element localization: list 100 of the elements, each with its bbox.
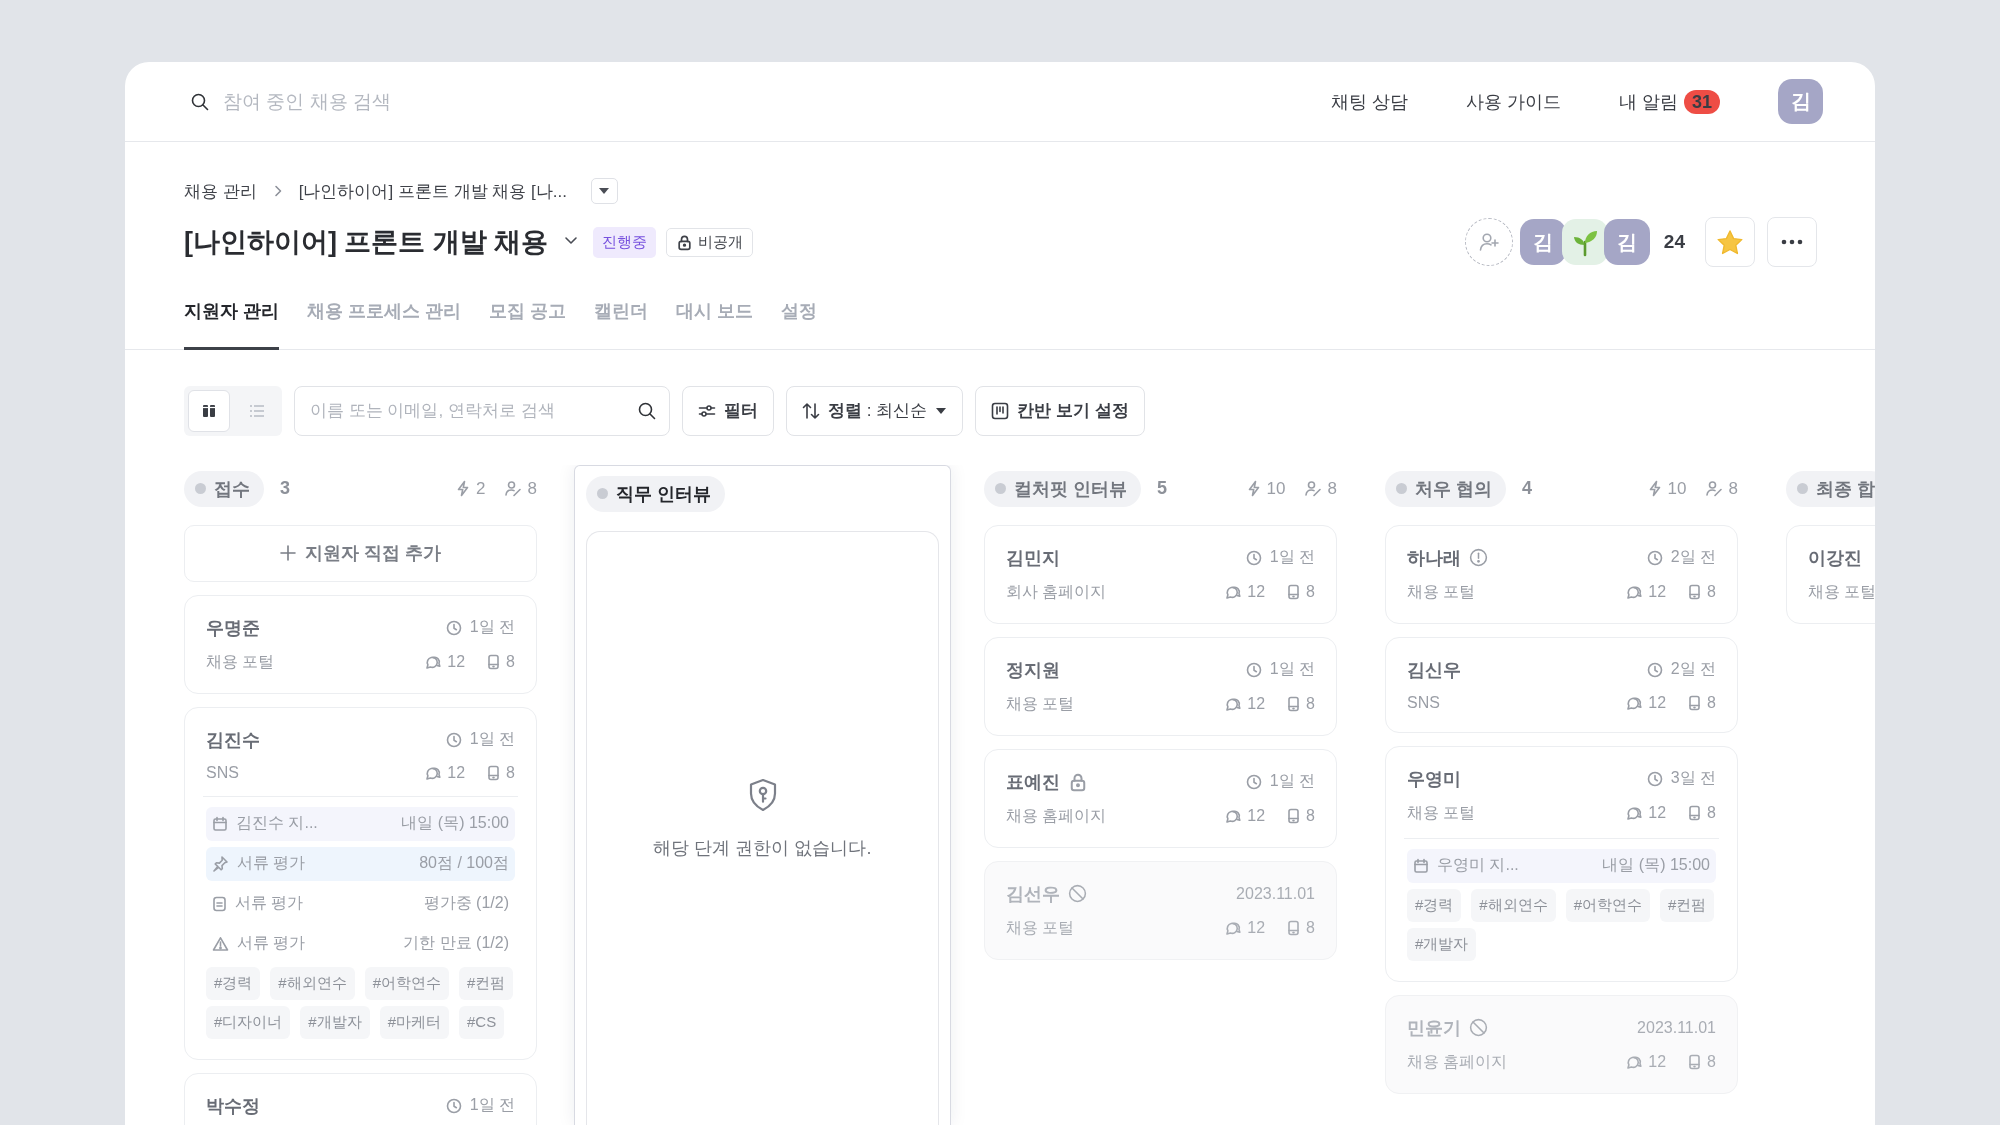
contact-count: 8	[1707, 693, 1716, 712]
phone-icon	[1688, 805, 1702, 821]
source-label: 회사 홈페이지	[1006, 581, 1107, 602]
list-view-icon	[249, 403, 265, 418]
tag-chip: #컨펌	[459, 966, 514, 1000]
comment-icon	[1625, 1054, 1643, 1070]
nav-link[interactable]: 사용 가이드	[1465, 89, 1561, 114]
view-button[interactable]	[188, 389, 230, 432]
applicant-name: 정지원	[1006, 658, 1060, 682]
source-label: 채용 포털	[206, 651, 275, 672]
clock-icon	[1245, 549, 1262, 566]
add-applicant-button[interactable]: 지원자 직접 추가	[184, 524, 537, 582]
sort-button[interactable]: 정렬 : 최신순	[786, 385, 964, 436]
evaluator-count: 8	[527, 478, 537, 499]
source-label: 채용 포털	[1407, 802, 1476, 823]
comment-count: 12	[1648, 583, 1667, 601]
caret-down-icon	[935, 406, 948, 415]
stage-dot	[597, 488, 608, 499]
search-icon	[637, 400, 657, 421]
stage-chip[interactable]: 처우 협의	[1385, 470, 1506, 507]
comment-count: 12	[1247, 695, 1266, 713]
clock-icon	[445, 619, 462, 636]
time-label: 2일 전	[1670, 547, 1716, 567]
stage-dot	[995, 483, 1006, 494]
time-label: 1일 전	[469, 729, 515, 749]
applicant-name: 김진수	[206, 728, 260, 752]
applicant-card[interactable]: 박수정 1일 전	[184, 1072, 537, 1125]
kanban-icon	[991, 401, 1010, 420]
phone-icon	[487, 654, 501, 670]
contact-count: 8	[1707, 804, 1716, 822]
action-count: 10	[1667, 478, 1687, 499]
nav-link[interactable]: 채팅 상담	[1330, 89, 1408, 114]
more-button[interactable]	[1767, 217, 1817, 267]
person-icon	[503, 480, 522, 497]
member-avatar[interactable]	[1561, 219, 1608, 265]
applicant-card[interactable]: 우영미 3일 전 채용 포털 12 8 우영미 지... 내일 (목) 15:00 #경력 #해외연수 #어학연수 #컨펌 #개발자	[1385, 745, 1738, 982]
applicant-name: 표예진	[1006, 770, 1060, 794]
filter-button[interactable]: 필터	[682, 385, 774, 436]
status-badge: 진행중	[592, 226, 656, 258]
evaluation-status: 80점 / 100점	[419, 853, 509, 873]
person-icon	[1303, 480, 1322, 497]
phone-icon	[1287, 920, 1301, 936]
breadcrumb-current[interactable]: [나인하이어] 프론트 개발 채용 [나...	[298, 179, 567, 203]
phone-icon	[1688, 1054, 1702, 1070]
time-label: 3일 전	[1670, 768, 1716, 788]
applicant-card[interactable]: 이강진 채용 포털	[1786, 524, 1875, 624]
tag-chip: #개발자	[1407, 927, 1477, 961]
applicant-card[interactable]: 하나래 2일 전 채용 포털 12 8	[1385, 524, 1738, 624]
stage-chip[interactable]: 최종 합	[1786, 470, 1875, 507]
stage-dot	[1396, 483, 1407, 494]
applicant-card[interactable]: 정지원 1일 전 채용 포털 12 8	[984, 636, 1337, 736]
stage-dot	[1797, 483, 1808, 494]
clock-icon	[1646, 770, 1663, 787]
applicant-card[interactable]: 표예진 1일 전 채용 홈페이지 12 8	[984, 748, 1337, 848]
time-label: 2023.11.01	[1236, 884, 1315, 903]
schedule-title: 김진수 지...	[236, 813, 318, 833]
tag-chip: #해외연수	[1471, 888, 1556, 922]
stage-chip[interactable]: 컬처핏 인터뷰	[984, 470, 1141, 507]
applicant-card[interactable]: 우명준 1일 전 채용 포털 12 8	[184, 594, 537, 694]
bolt-icon	[1246, 480, 1261, 497]
dropdown-button[interactable]	[590, 178, 618, 204]
tag-chip: #디자이너	[206, 1005, 291, 1039]
stage-title: 최종 합	[1816, 477, 1875, 501]
clock-icon	[1245, 661, 1262, 678]
evaluation-label: 서류 평가	[237, 933, 306, 953]
evaluator-count: 8	[1728, 478, 1738, 499]
warning-icon	[212, 935, 229, 952]
stage-chip[interactable]: 접수	[184, 470, 264, 507]
plus-icon	[279, 544, 298, 562]
tag-chip: #컨펌	[1660, 888, 1715, 922]
time-label: 1일 전	[1269, 547, 1315, 567]
phone-icon	[487, 764, 501, 781]
applicant-card[interactable]: 김민지 1일 전 회사 홈페이지 12 8	[984, 524, 1337, 624]
stage-title: 컬처핏 인터뷰	[1014, 477, 1127, 501]
contact-count: 8	[506, 763, 515, 782]
more-icon	[1781, 239, 1803, 245]
applicant-name: 김선우	[1006, 882, 1060, 906]
favorite-button[interactable]	[1705, 217, 1755, 267]
document-icon	[212, 895, 227, 912]
contact-count: 8	[506, 653, 515, 671]
search-icon	[190, 91, 210, 112]
member-count: 24	[1663, 231, 1685, 253]
source-label: 채용 포털	[1006, 693, 1075, 714]
search-field[interactable]: 참여 중인 채용 검색	[223, 90, 623, 113]
board-settings-button[interactable]: 칸반 보기 설정	[975, 385, 1145, 436]
time-label: 1일 전	[1269, 771, 1315, 791]
evaluator-count: 8	[1327, 478, 1337, 499]
person-icon	[1704, 480, 1723, 497]
stage-count: 5	[1157, 478, 1168, 499]
applicant-name: 우영미	[1407, 767, 1461, 791]
pin-icon	[212, 855, 229, 872]
search-field[interactable]: 이름 또는 이메일, 연락처로 검색	[294, 385, 670, 436]
notifications-link[interactable]: 내 알림	[1618, 89, 1678, 114]
stage-chip[interactable]: 직무 인터뷰	[586, 475, 725, 512]
bolt-icon	[1647, 480, 1662, 497]
comment-count: 12	[1247, 807, 1266, 825]
applicant-card[interactable]: 김신우 2일 전 SNS 12 8	[1385, 636, 1738, 733]
breadcrumb-link[interactable]: 채용 관리	[184, 179, 257, 203]
stage-title: 처우 협의	[1415, 477, 1492, 501]
tab[interactable]: 지원자 관리	[184, 290, 279, 350]
